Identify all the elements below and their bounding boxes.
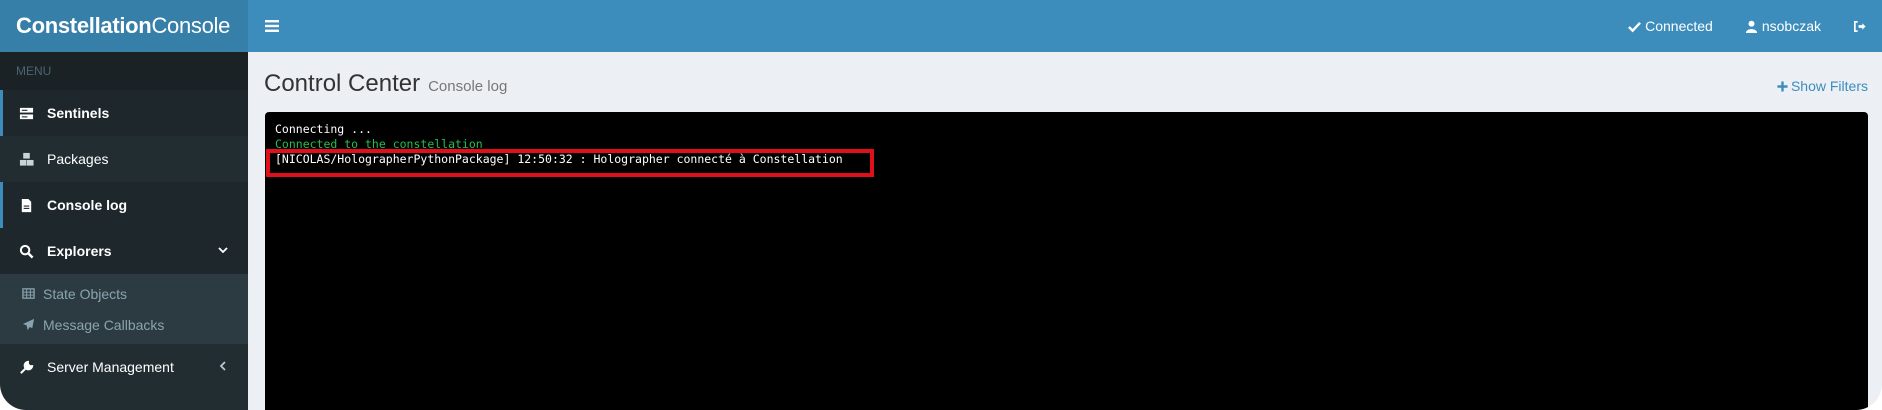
chevron-down-icon [218,247,228,254]
user-menu[interactable]: nsobczak [1729,0,1837,52]
connection-status-label: Connected [1645,18,1713,34]
sidebar-item-label: Server Management [47,359,174,375]
sidebar-subitem-state-objects[interactable]: State Objects [0,278,248,309]
search-icon [19,243,37,259]
cubes-icon [19,151,37,167]
chevron-left-icon [219,361,226,371]
sidebar-item-packages[interactable]: Packages [0,136,248,182]
sidebar-item-sentinels[interactable]: Sentinels [0,90,248,136]
logo-light-text: Console [151,13,231,38]
logo-bold-text: Constellation [16,13,152,38]
table-icon [22,288,35,299]
sidebar-subitem-label: Message Callbacks [43,316,165,333]
show-filters-link[interactable]: Show Filters [1777,78,1868,94]
server-icon [19,105,37,121]
menu-header: MENU [0,52,248,90]
highlight-box [266,149,874,177]
logout-button[interactable] [1837,0,1882,52]
content-header: Control Center Console log [264,70,507,98]
sign-out-icon [1854,20,1866,32]
file-icon [19,197,37,213]
page-title: Control Center [264,70,421,97]
hamburger-icon [265,20,279,32]
sidebar-item-console-log[interactable]: Console log [0,182,248,228]
app-window: Constellation Console Connected nsobczak … [0,0,1882,410]
console-line: Connecting ... [275,122,372,136]
explorers-submenu: State Objects Message Callbacks [0,274,248,344]
sidebar-item-label: Explorers [47,243,112,259]
menu-toggle-button[interactable] [252,0,292,52]
top-header: Constellation Console Connected nsobczak [0,0,1882,52]
sidebar: MENU Sentinels Packages Console log Expl… [0,52,248,410]
app-logo[interactable]: Constellation Console [0,0,248,52]
sidebar-item-label: Packages [47,151,109,167]
main-content: Control Center Console log Show Filters … [248,52,1882,410]
sidebar-item-label: Console log [47,197,128,213]
user-name: nsobczak [1761,18,1821,34]
header-right: Connected nsobczak [1612,0,1882,52]
user-icon [1745,20,1757,33]
paper-plane-icon [22,318,35,331]
sidebar-subitem-label: State Objects [43,285,128,302]
plus-icon [1777,80,1788,92]
show-filters-label: Show Filters [1790,78,1868,94]
check-icon [1628,21,1642,32]
wrench-icon [19,359,37,375]
sidebar-item-label: Sentinels [47,105,110,121]
sidebar-item-server-management[interactable]: Server Management [0,344,248,390]
sidebar-item-explorers[interactable]: Explorers [0,228,248,274]
connection-status[interactable]: Connected [1612,0,1729,52]
page-subtitle: Console log [428,78,508,95]
sidebar-subitem-message-callbacks[interactable]: Message Callbacks [0,309,248,340]
